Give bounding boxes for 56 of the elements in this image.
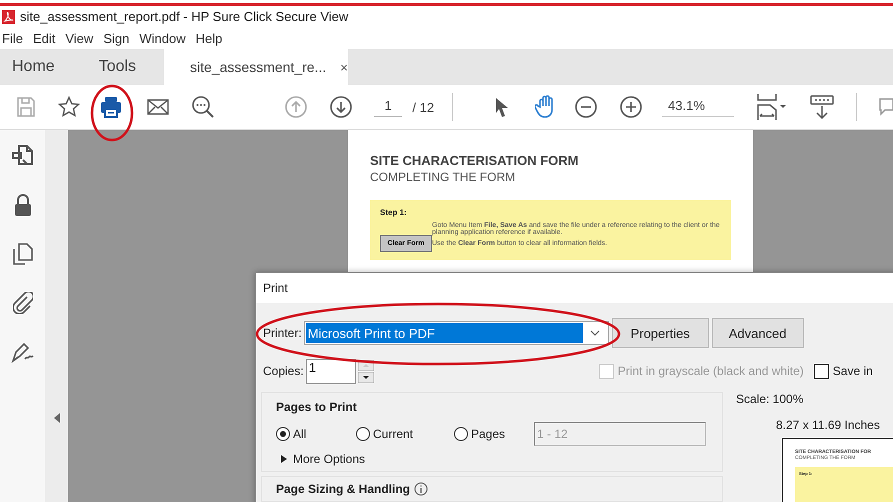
search-icon[interactable] (190, 95, 215, 119)
checkbox-label: Print in grayscale (black and white) (618, 364, 804, 378)
zoom-dropdown[interactable]: 43.1% (662, 98, 734, 116)
copies-spinner[interactable] (358, 360, 374, 382)
expand-triangle-icon (281, 455, 287, 463)
section-title: Pages to Print (276, 400, 358, 414)
info-icon[interactable] (414, 482, 428, 496)
zoom-in-icon[interactable] (620, 96, 642, 118)
tab[interactable]: Tools (86, 49, 148, 85)
pointer-icon[interactable] (495, 97, 510, 117)
page-number-field[interactable]: 1 (374, 98, 402, 116)
mail-icon[interactable] (146, 98, 169, 116)
copies-label: Copies: (263, 364, 304, 378)
document-subtitle: COMPLETING THE FORM (370, 170, 516, 184)
copies-field[interactable]: 1 (306, 358, 356, 384)
collapse-arrow-icon[interactable] (54, 413, 60, 423)
dialog-button[interactable]: Properties (612, 318, 709, 348)
menu-item[interactable]: Edit (32, 30, 56, 46)
tab[interactable]: site_assessment_re... × (164, 49, 348, 85)
radio-option[interactable]: Pages (454, 427, 534, 441)
comment-icon[interactable] (879, 97, 893, 117)
fit-page-icon[interactable] (756, 94, 788, 120)
tab[interactable]: Home (0, 49, 67, 85)
lock-icon[interactable] (14, 194, 32, 216)
section-title: Page Sizing & Handling (276, 482, 410, 496)
close-button[interactable]: × (340, 60, 348, 74)
menu-item[interactable]: Help (196, 30, 222, 46)
page-count: / 12 (412, 100, 434, 114)
dialog-button[interactable]: Advanced (712, 318, 804, 348)
zoom-out-icon[interactable] (575, 96, 598, 118)
dialog-title: Print (263, 281, 288, 295)
document-title: SITE CHARACTERISATION FORM (370, 153, 580, 168)
scroll-mode-icon[interactable] (810, 95, 834, 119)
menu-item[interactable]: File (2, 30, 23, 46)
radio-option[interactable]: All (276, 427, 356, 441)
printer-label: Printer: (263, 326, 302, 340)
menu-item[interactable]: View (65, 30, 94, 46)
window-title: site_assessment_report.pdf - HP Sure Click Secure View (20, 9, 348, 24)
star-icon[interactable] (58, 96, 80, 118)
signature-pen-icon[interactable] (10, 341, 34, 363)
checkbox-label: Save in (832, 364, 873, 378)
step-label: Step 1: (380, 208, 408, 219)
annotation-circle (90, 84, 134, 142)
scale-label: Scale: 100% (736, 392, 804, 406)
chevron-down-icon[interactable] (590, 330, 600, 336)
export-pdf-icon[interactable] (12, 145, 34, 167)
radio-option[interactable]: Current (356, 427, 454, 441)
paper-size-label: 8.27 x 11.69 Inches (776, 418, 881, 432)
more-options-toggle[interactable]: More Options (276, 452, 366, 466)
menu-item[interactable]: Sign (103, 30, 130, 46)
menu-item[interactable]: Window (139, 30, 186, 46)
checkbox[interactable] (814, 364, 829, 378)
paperclip-icon[interactable] (12, 292, 32, 314)
copy-pages-icon[interactable] (12, 243, 32, 265)
printer-dropdown[interactable]: Microsoft Print to PDF (304, 321, 609, 345)
printer-icon[interactable] (100, 96, 122, 118)
